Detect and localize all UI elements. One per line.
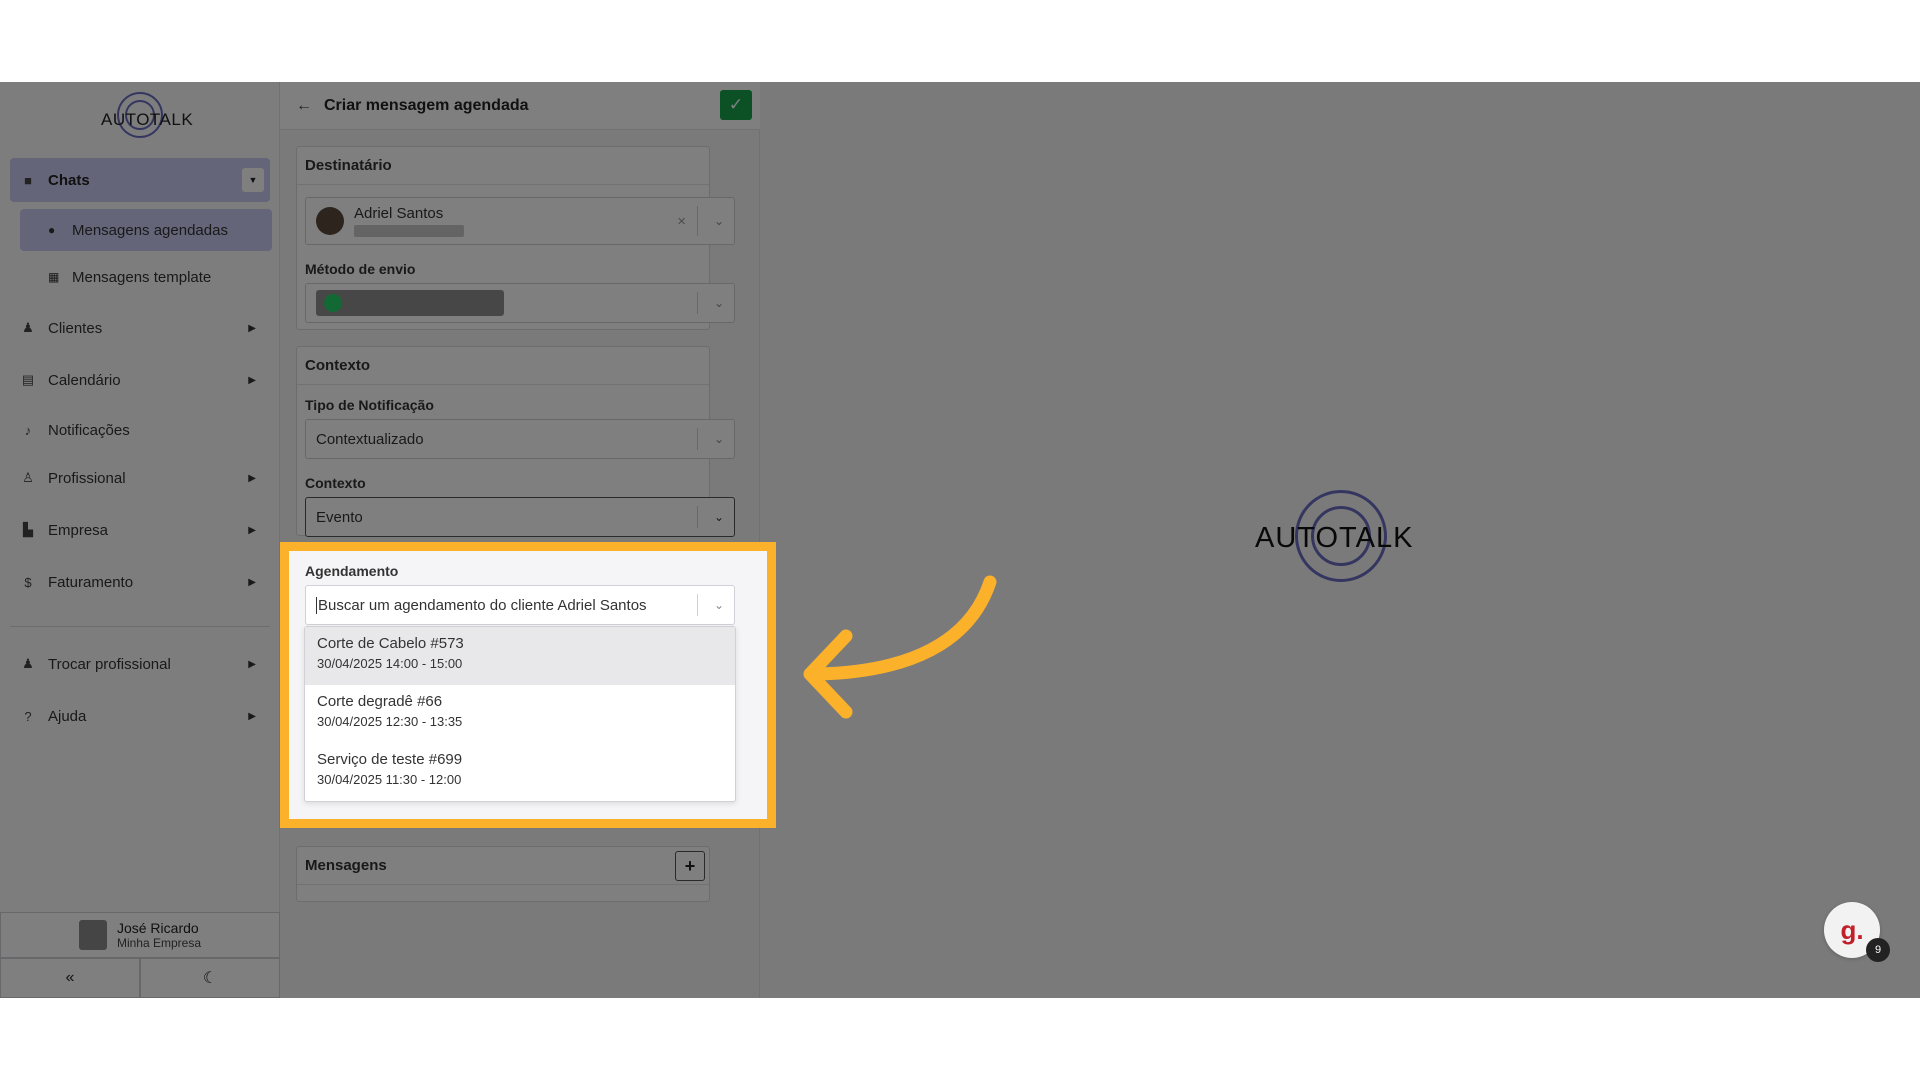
- agendamento-search-select[interactable]: Buscar um agendamento do cliente Adriel …: [305, 585, 735, 625]
- option-name: Corte degradê #66: [317, 693, 443, 710]
- agendamento-option[interactable]: Serviço de teste #699 30/04/2025 11:30 -…: [305, 743, 735, 801]
- agendamento-label: Agendamento: [305, 563, 399, 579]
- chevron-down-icon[interactable]: ⌄: [714, 598, 724, 612]
- agendamento-option[interactable]: Corte de Cabelo #573 30/04/2025 14:00 - …: [305, 627, 735, 685]
- agendamento-placeholder[interactable]: Buscar um agendamento do cliente Adriel …: [316, 596, 647, 614]
- option-date: 30/04/2025 11:30 - 12:00: [317, 772, 462, 787]
- agendamento-dropdown: Corte de Cabelo #573 30/04/2025 14:00 - …: [304, 626, 736, 802]
- app-stage: AUTOTALK ■ Chats ▼ ● Mensagens agendadas…: [0, 82, 1920, 998]
- option-date: 30/04/2025 12:30 - 13:35: [317, 714, 463, 729]
- option-date: 30/04/2025 14:00 - 15:00: [317, 656, 463, 671]
- option-name: Serviço de teste #699: [317, 751, 463, 768]
- notification-badge: 9: [1866, 938, 1890, 962]
- agendamento-option[interactable]: Corte degradê #66 30/04/2025 12:30 - 13:…: [305, 685, 735, 743]
- callout-arrow: [803, 575, 997, 719]
- select-divider: [697, 594, 698, 616]
- option-name: Corte de Cabelo #573: [317, 635, 464, 652]
